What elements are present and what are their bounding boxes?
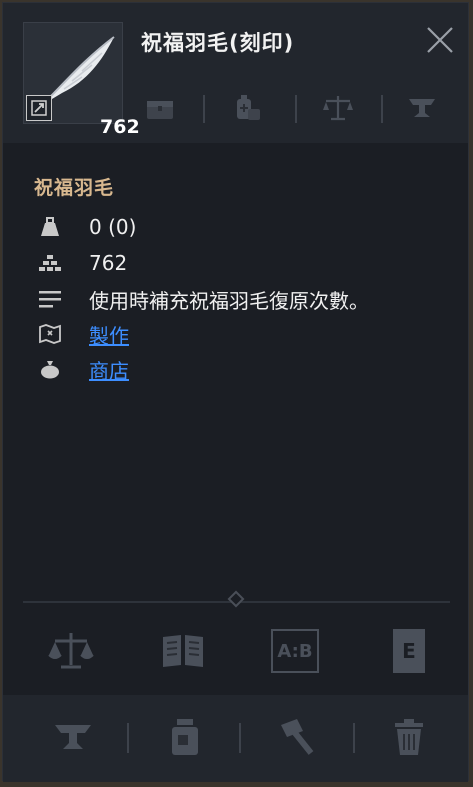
chest-icon[interactable] <box>143 93 177 123</box>
e-key-label: E <box>402 639 416 663</box>
map-icon <box>37 321 63 347</box>
separator <box>203 95 205 123</box>
item-tooltip-panel: 762 祝福羽毛(刻印) 祝福羽毛 0 (0) 762 使用時補充祝福羽毛復原次… <box>2 2 469 782</box>
compare-label: A:B <box>277 640 313 662</box>
separator <box>239 723 241 753</box>
scale-icon[interactable] <box>321 93 355 123</box>
weight-icon <box>37 214 63 240</box>
diamond-ornament <box>227 590 245 608</box>
header-action-bar <box>143 89 463 129</box>
anvil-icon[interactable] <box>51 717 95 757</box>
tool-row-primary: A:B E <box>3 623 468 679</box>
e-key-icon[interactable]: E <box>393 629 425 673</box>
craft-row: 製作 <box>37 319 129 349</box>
hammer-icon[interactable] <box>275 717 319 757</box>
item-count: 762 <box>100 116 140 138</box>
trash-icon[interactable] <box>387 717 431 757</box>
weight-row: 0 (0) <box>37 212 136 242</box>
footer-action-bar <box>3 695 468 782</box>
anvil-icon[interactable] <box>405 93 439 123</box>
separator <box>127 723 129 753</box>
separator <box>295 95 297 123</box>
engrave-badge-icon <box>26 95 52 121</box>
money-bag-icon <box>37 356 63 382</box>
potion-bag-icon[interactable] <box>231 93 265 123</box>
tooltip-header: 762 祝福羽毛(刻印) <box>3 3 468 143</box>
shop-link[interactable]: 商店 <box>89 355 129 384</box>
description-text: 使用時補充祝福羽毛復原次數。 <box>89 288 369 313</box>
stack-icon <box>37 250 63 276</box>
description-icon <box>37 286 63 312</box>
weight-value: 0 (0) <box>89 215 137 239</box>
item-name: 祝福羽毛 <box>34 177 115 199</box>
jar-icon[interactable] <box>163 717 207 757</box>
description-row: 使用時補充祝福羽毛復原次數。 <box>37 284 369 314</box>
quantity-value: 762 <box>89 251 128 275</box>
scale-icon[interactable] <box>47 629 95 673</box>
separator <box>353 723 355 753</box>
compare-ab-icon[interactable]: A:B <box>271 629 319 673</box>
book-icon[interactable] <box>159 629 207 673</box>
close-icon[interactable] <box>423 23 457 57</box>
item-title: 祝福羽毛(刻印) <box>141 31 295 55</box>
shop-row: 商店 <box>37 354 129 384</box>
separator <box>381 95 383 123</box>
item-slot[interactable]: 762 <box>23 22 140 138</box>
craft-link[interactable]: 製作 <box>89 320 129 349</box>
quantity-row: 762 <box>37 248 127 278</box>
